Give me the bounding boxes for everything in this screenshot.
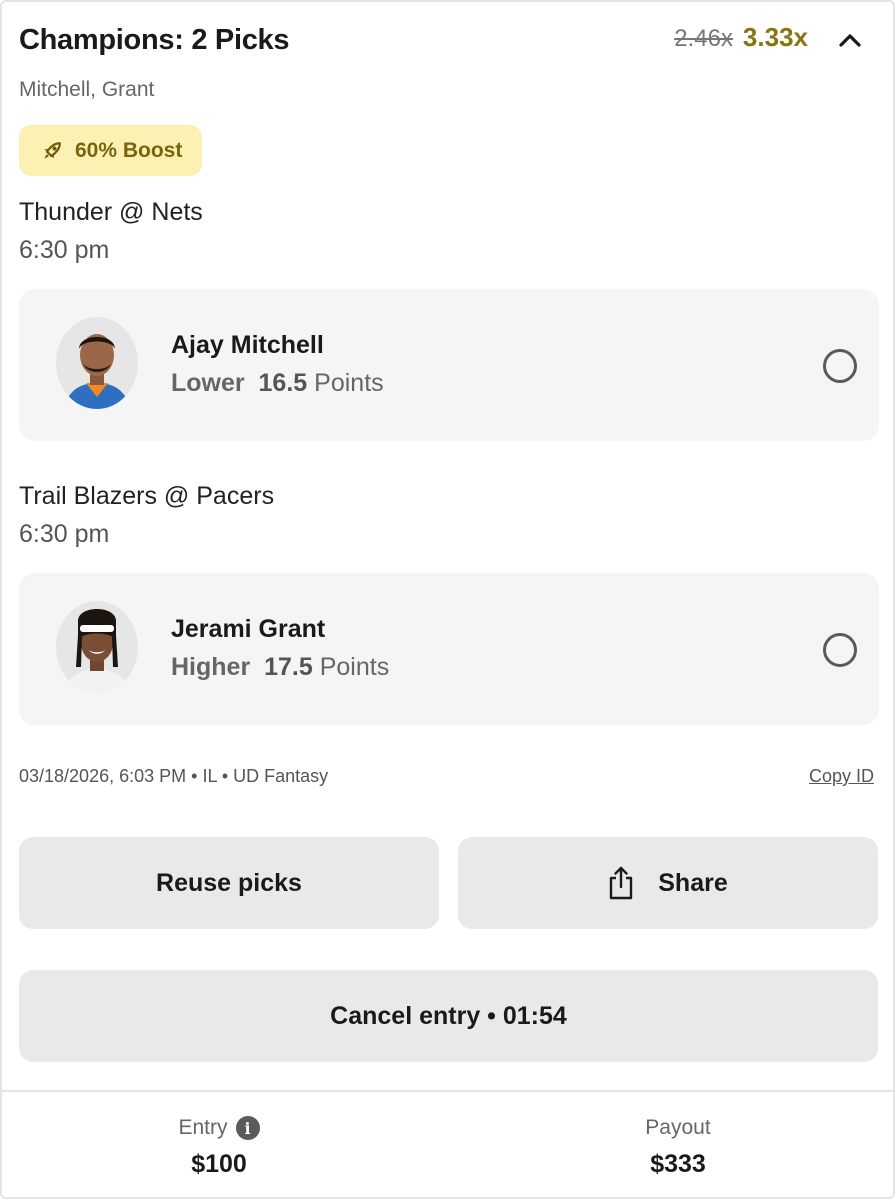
entry-label: Entry <box>178 1116 228 1139</box>
player-name: Ajay Mitchell <box>171 331 324 359</box>
game-header: Trail Blazers @ Pacers 6:30 pm <box>19 482 274 549</box>
multiplier-group: 2.46x 3.33x <box>674 22 808 53</box>
rocket-icon <box>44 141 61 159</box>
game-matchup: Trail Blazers @ Pacers <box>19 482 275 510</box>
entry-label-row: Entry i <box>69 1116 369 1140</box>
players-summary: Mitchell, Grant <box>19 78 155 101</box>
player-avatar <box>56 317 138 409</box>
share-button[interactable]: Share <box>458 837 878 929</box>
entry-value: $100 <box>191 1150 247 1178</box>
separator-dot: • <box>191 766 203 786</box>
entry-amount-column: Entry i $100 <box>69 1116 369 1179</box>
pick-line: Higher 17.5 Points <box>171 653 389 682</box>
reuse-picks-label: Reuse picks <box>156 868 302 897</box>
entry-date: 03/18/2026, 6:03 PM <box>19 766 187 786</box>
pick-card[interactable]: Jerami Grant Higher 17.5 Points <box>19 573 879 725</box>
info-icon[interactable]: i <box>235 1116 260 1140</box>
entry-header: Champions: 2 Picks 2.46x 3.33x <box>19 20 876 60</box>
entry-title: Champions: 2 Picks <box>19 23 290 56</box>
entry-meta: 03/18/2026, 6:03 PM • IL • UD Fantasy <box>19 766 328 787</box>
cancel-entry-label: Cancel entry • 01:54 <box>330 1001 567 1030</box>
pick-value: 17.5 <box>264 653 313 681</box>
game-matchup: Thunder @ Nets <box>19 198 203 226</box>
player-name: Jerami Grant <box>171 615 326 643</box>
payout-value: $333 <box>650 1150 706 1178</box>
pick-status-radio[interactable] <box>823 633 857 667</box>
copy-id-link[interactable]: Copy ID <box>809 766 874 787</box>
game-time: 6:30 pm <box>19 520 110 548</box>
original-multiplier: 2.46x <box>674 25 733 52</box>
separator-dot: • <box>221 766 234 786</box>
boost-badge: 60% Boost <box>19 125 203 176</box>
chevron-up-icon <box>839 34 861 47</box>
pick-stat: Points <box>319 653 390 681</box>
pick-direction: Higher <box>171 653 251 681</box>
payout-label-row: Payout <box>528 1116 828 1140</box>
share-icon <box>610 866 633 900</box>
cancel-entry-button[interactable]: Cancel entry • 01:54 <box>19 970 878 1062</box>
reuse-picks-button[interactable]: Reuse picks <box>19 837 439 929</box>
pick-direction: Lower <box>171 369 245 397</box>
pick-stat: Points <box>314 369 384 397</box>
collapse-button[interactable] <box>834 24 866 56</box>
pick-card[interactable]: Ajay Mitchell Lower 16.5 Points <box>19 289 879 441</box>
player-avatar <box>56 601 138 693</box>
share-label: Share <box>658 868 728 897</box>
payout-column: Payout $333 <box>528 1116 828 1179</box>
entry-state: IL <box>202 766 217 786</box>
pick-value: 16.5 <box>258 369 308 397</box>
entry-card: Champions: 2 Picks 2.46x 3.33x Mitchell,… <box>0 0 895 1199</box>
pick-status-radio[interactable] <box>823 349 857 383</box>
payout-label: Payout <box>645 1116 711 1139</box>
pick-line: Lower 16.5 Points <box>171 369 384 398</box>
game-time: 6:30 pm <box>19 236 110 264</box>
boosted-multiplier: 3.33x <box>742 22 808 52</box>
entry-footer: Entry i $100 Payout $333 <box>2 1090 893 1197</box>
boost-label: 60% Boost <box>75 138 183 162</box>
game-header: Thunder @ Nets 6:30 pm <box>19 198 203 265</box>
entry-platform: UD Fantasy <box>233 766 329 786</box>
